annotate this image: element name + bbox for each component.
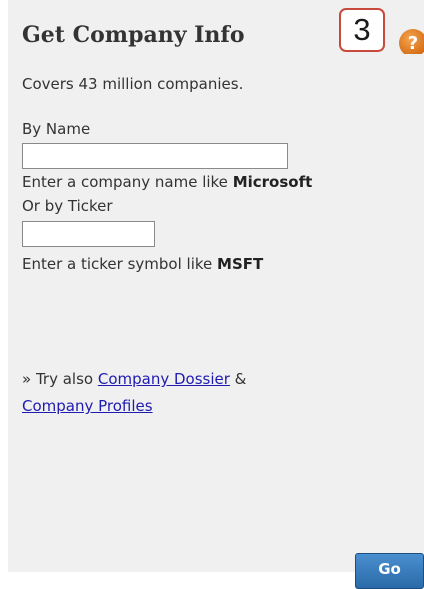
try-also-separator: & bbox=[229, 370, 247, 388]
widget-title: Get Company Info bbox=[22, 22, 245, 48]
company-info-widget: Get Company Info 3 ? Covers 43 million c… bbox=[8, 0, 424, 589]
go-button[interactable]: Go bbox=[355, 553, 424, 589]
step-number-badge: 3 bbox=[339, 8, 385, 52]
ticker-input[interactable] bbox=[22, 221, 155, 247]
coverage-text: Covers 43 million companies. bbox=[22, 75, 244, 93]
by-name-label: By Name bbox=[22, 120, 91, 138]
company-name-hint-text: Enter a company name like bbox=[22, 173, 233, 191]
question-mark-icon[interactable]: ? bbox=[398, 28, 424, 54]
ticker-hint-example: MSFT bbox=[217, 255, 264, 273]
try-also-text: » Try also bbox=[22, 370, 98, 388]
svg-text:?: ? bbox=[408, 33, 418, 54]
ticker-hint-text: Enter a ticker symbol like bbox=[22, 255, 218, 273]
by-ticker-label: Or by Ticker bbox=[22, 197, 113, 215]
company-dossier-link[interactable]: Company Dossier bbox=[98, 370, 230, 388]
company-name-hint: Enter a company name like Microsoft bbox=[22, 173, 312, 191]
company-profiles-link[interactable]: Company Profiles bbox=[22, 397, 153, 415]
try-also-links: » Try also Company Dossier & Company Prof… bbox=[22, 366, 412, 420]
company-name-hint-example: Microsoft bbox=[232, 173, 313, 191]
ticker-hint: Enter a ticker symbol like MSFT bbox=[22, 255, 263, 273]
company-name-input[interactable] bbox=[22, 143, 288, 169]
